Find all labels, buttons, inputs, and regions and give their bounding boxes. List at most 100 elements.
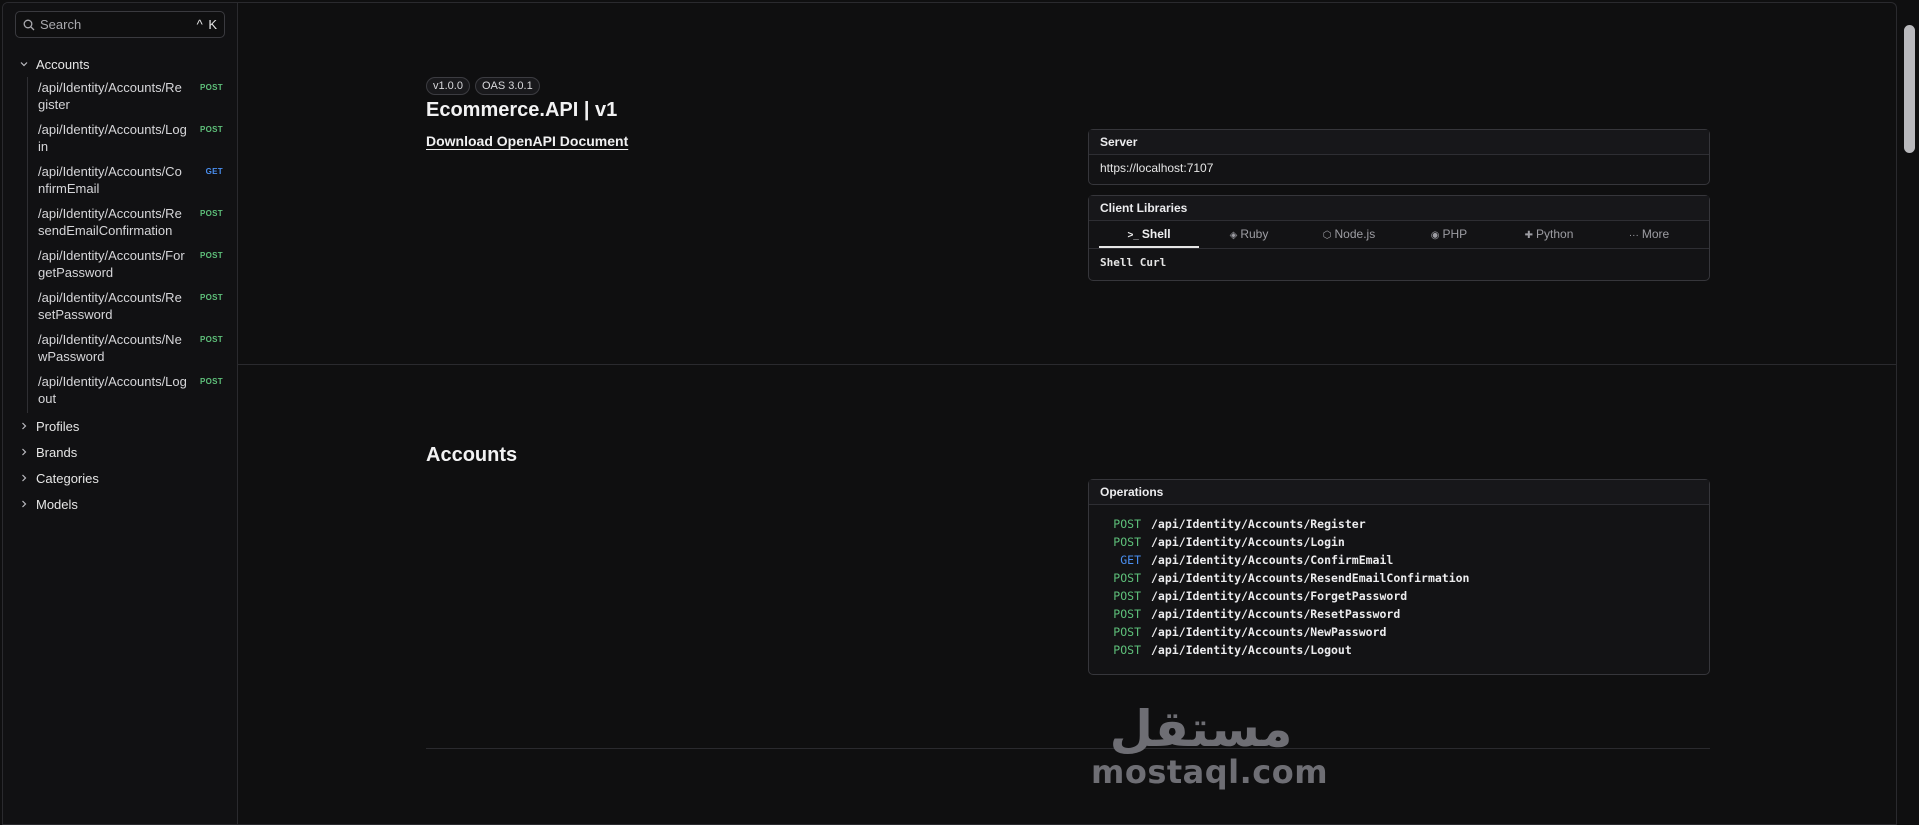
sidebar-item-path: /api/Identity/Accounts/NewPassword bbox=[38, 332, 182, 364]
scrollbar-thumb[interactable] bbox=[1904, 25, 1915, 153]
server-card: Server https://localhost:7107 bbox=[1088, 129, 1710, 185]
python-icon: ✚ bbox=[1524, 230, 1534, 241]
method-badge: POST bbox=[200, 83, 223, 92]
watermark-latin: mostaql.com bbox=[1091, 753, 1329, 791]
operation-method: POST bbox=[1113, 643, 1141, 657]
sidebar-item[interactable]: /api/Identity/Accounts/Login POST bbox=[38, 119, 225, 161]
tab-python[interactable]: ✚ Python bbox=[1499, 221, 1599, 248]
sidebar-item-path: /api/Identity/Accounts/Register bbox=[38, 80, 182, 112]
sidebar-item[interactable]: /api/Identity/Accounts/ResendEmailConfir… bbox=[38, 203, 225, 245]
search-shortcut: ^ K bbox=[196, 17, 218, 32]
sidebar-item-path: /api/Identity/Accounts/ForgetPassword bbox=[38, 248, 185, 280]
client-libraries-heading: Client Libraries bbox=[1089, 196, 1709, 221]
ruby-icon: ◈ bbox=[1229, 230, 1238, 241]
operation-row[interactable]: POST/api/Identity/Accounts/NewPassword bbox=[1089, 623, 1709, 641]
sidebar-item-path: /api/Identity/Accounts/ResetPassword bbox=[38, 290, 182, 322]
sidebar-item-path: /api/Identity/Accounts/ConfirmEmail bbox=[38, 164, 182, 196]
operation-path: /api/Identity/Accounts/Logout bbox=[1151, 643, 1352, 657]
operation-row[interactable]: POST/api/Identity/Accounts/Login bbox=[1089, 533, 1709, 551]
sidebar-group-label: Accounts bbox=[36, 56, 90, 72]
sidebar-item[interactable]: /api/Identity/Accounts/Logout POST bbox=[38, 371, 225, 413]
tab-ruby[interactable]: ◈ Ruby bbox=[1199, 221, 1299, 248]
operation-row[interactable]: POST/api/Identity/Accounts/Logout bbox=[1089, 641, 1709, 659]
operation-path: /api/Identity/Accounts/NewPassword bbox=[1151, 625, 1387, 639]
sidebar-item[interactable]: /api/Identity/Accounts/Register POST bbox=[38, 77, 225, 119]
sidebar-item[interactable]: /api/Identity/Accounts/ConfirmEmail GET bbox=[38, 161, 225, 203]
page-title: Ecommerce.API | v1 bbox=[426, 99, 618, 121]
operation-method: POST bbox=[1113, 571, 1141, 585]
operation-row[interactable]: POST/api/Identity/Accounts/ForgetPasswor… bbox=[1089, 587, 1709, 605]
chevron-right-icon bbox=[19, 421, 29, 431]
sidebar-group-brands[interactable]: Brands bbox=[15, 439, 225, 465]
tab-label: More bbox=[1641, 227, 1670, 241]
tab-nodejs[interactable]: ⬡ Node.js bbox=[1299, 221, 1399, 248]
sidebar-item-path: /api/Identity/Accounts/ResendEmailConfir… bbox=[38, 206, 182, 238]
nodejs-icon: ⬡ bbox=[1322, 230, 1332, 241]
page-frame: Search ^ K Accounts/api/Identity/Account… bbox=[2, 2, 1897, 825]
main-content: v1.0.0 OAS 3.0.1 Ecommerce.API | v1 Down… bbox=[238, 3, 1896, 824]
search-input[interactable]: Search ^ K bbox=[15, 11, 225, 38]
chevron-down-icon bbox=[19, 59, 29, 69]
operation-row[interactable]: POST/api/Identity/Accounts/ResetPassword bbox=[1089, 605, 1709, 623]
server-url[interactable]: https://localhost:7107 bbox=[1089, 155, 1709, 181]
sidebar-group-categories[interactable]: Categories bbox=[15, 465, 225, 491]
operation-path: /api/Identity/Accounts/ResendEmailConfir… bbox=[1151, 571, 1470, 585]
watermark-arabic: مستقل bbox=[1109, 700, 1293, 758]
method-badge: GET bbox=[205, 167, 223, 176]
operation-path: /api/Identity/Accounts/ForgetPassword bbox=[1151, 589, 1408, 603]
operation-method: POST bbox=[1113, 517, 1141, 531]
tab-label: Python bbox=[1536, 227, 1574, 241]
tab-shell[interactable]: >_ Shell bbox=[1099, 221, 1199, 248]
operation-row[interactable]: POST/api/Identity/Accounts/Register bbox=[1089, 515, 1709, 533]
sidebar-group-label: Models bbox=[36, 496, 78, 512]
watermark: مستقل mostaql.com bbox=[1091, 700, 1329, 791]
tab-label: Shell bbox=[1141, 227, 1171, 241]
sidebar-tree: Accounts/api/Identity/Accounts/Register P… bbox=[15, 51, 225, 517]
code-snippet-label: Shell Curl bbox=[1100, 256, 1167, 269]
more-icon: ··· bbox=[1628, 230, 1639, 241]
chevron-right-icon bbox=[19, 473, 29, 483]
search-placeholder: Search bbox=[40, 17, 82, 32]
operation-path: /api/Identity/Accounts/Login bbox=[1151, 535, 1345, 549]
php-icon: ◉ bbox=[1430, 230, 1440, 241]
section-divider bbox=[426, 748, 1710, 749]
sidebar-group-models[interactable]: Models bbox=[15, 491, 225, 517]
operation-method: POST bbox=[1113, 607, 1141, 621]
method-badge: POST bbox=[200, 377, 223, 386]
method-badge: POST bbox=[200, 335, 223, 344]
operations-list: POST/api/Identity/Accounts/Register POST /… bbox=[1089, 505, 1709, 659]
sidebar-item[interactable]: /api/Identity/Accounts/NewPassword POST bbox=[38, 329, 225, 371]
sidebar-group-label: Categories bbox=[36, 470, 99, 486]
operation-method: GET bbox=[1120, 553, 1141, 567]
sidebar-item[interactable]: /api/Identity/Accounts/ResetPassword POST bbox=[38, 287, 225, 329]
sidebar-group-accounts[interactable]: Accounts bbox=[15, 51, 225, 77]
operation-method: POST bbox=[1113, 625, 1141, 639]
accounts-section-title: Accounts bbox=[426, 444, 518, 466]
tab-php[interactable]: ◉ PHP bbox=[1399, 221, 1499, 248]
client-tabs: >_ Shell ◈ Ruby ⬡ Node.js ◉ PHP ✚ Python ··· More bbox=[1089, 221, 1709, 249]
method-badge: POST bbox=[200, 293, 223, 302]
download-openapi-link[interactable]: Download OpenAPI Document bbox=[426, 133, 628, 149]
operation-row[interactable]: GET/api/Identity/Accounts/ConfirmEmail bbox=[1089, 551, 1709, 569]
operation-path: /api/Identity/Accounts/ConfirmEmail bbox=[1151, 553, 1394, 567]
app-window: Search ^ K Accounts/api/Identity/Account… bbox=[0, 0, 1919, 825]
tab-label: Node.js bbox=[1334, 227, 1376, 241]
sidebar-item[interactable]: /api/Identity/Accounts/ForgetPassword POS… bbox=[38, 245, 225, 287]
section-divider bbox=[238, 364, 1896, 365]
method-badge: POST bbox=[200, 251, 223, 260]
server-heading: Server bbox=[1089, 130, 1709, 155]
terminal-icon: >_ bbox=[1127, 230, 1139, 241]
tab-label: PHP bbox=[1442, 227, 1468, 241]
tab-label: Ruby bbox=[1240, 227, 1269, 241]
sidebar-group-profiles[interactable]: Profiles bbox=[15, 413, 225, 439]
sidebar-item-path: /api/Identity/Accounts/Login bbox=[38, 122, 187, 154]
method-badge: POST bbox=[200, 125, 223, 134]
operation-method: POST bbox=[1113, 589, 1141, 603]
operation-row[interactable]: POST/api/Identity/Accounts/ResendEmailCo… bbox=[1089, 569, 1709, 587]
version-badge: v1.0.0 bbox=[426, 77, 470, 95]
sidebar-group-children: /api/Identity/Accounts/Register POST/api/… bbox=[27, 77, 225, 413]
sidebar-item-path: /api/Identity/Accounts/Logout bbox=[38, 374, 187, 406]
sidebar: Search ^ K Accounts/api/Identity/Account… bbox=[3, 3, 238, 824]
chevron-right-icon bbox=[19, 447, 29, 457]
tab-more[interactable]: ··· More bbox=[1599, 221, 1699, 248]
